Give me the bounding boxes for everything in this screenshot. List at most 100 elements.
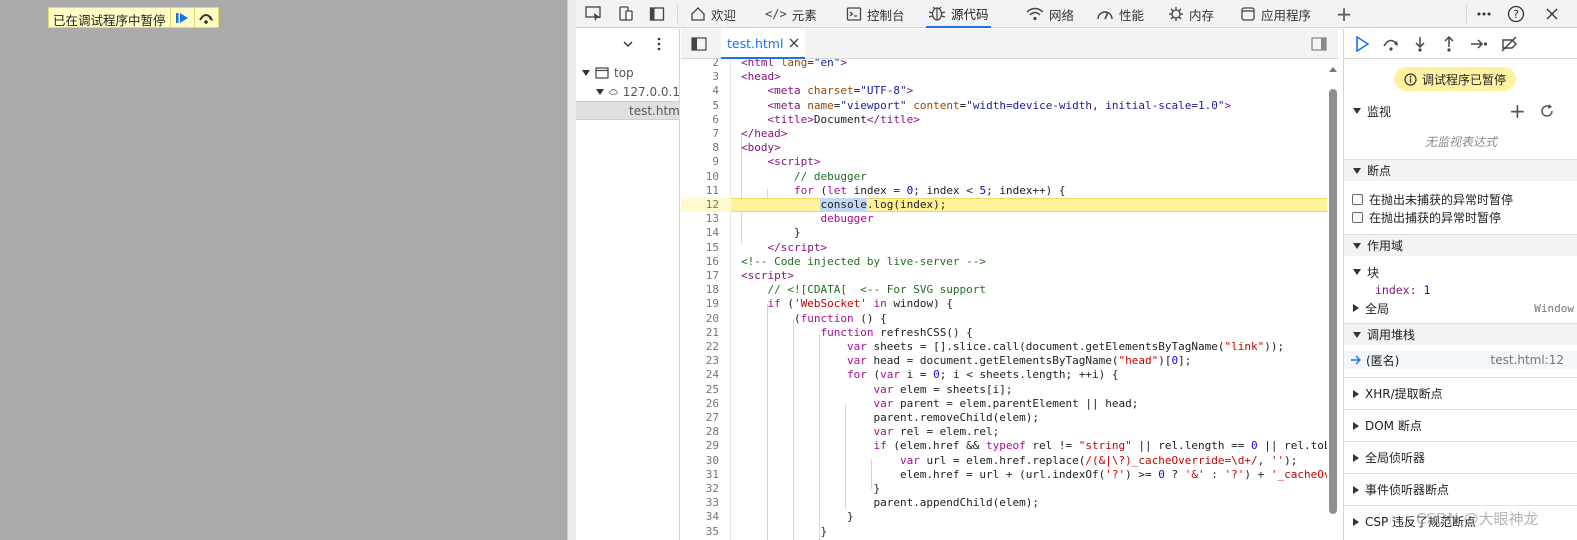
toggle-debugger-sidebar-icon[interactable] <box>1309 34 1329 54</box>
xhr-breakpoints-section[interactable]: XHR/提取断点 <box>1344 377 1577 409</box>
navigator-more-icon[interactable] <box>649 34 669 54</box>
code-line[interactable]: 21 function refreshCSS() { <box>681 326 1327 340</box>
line-number[interactable]: 8 <box>681 141 719 155</box>
line-number[interactable]: 22 <box>681 340 719 354</box>
tab-console[interactable]: 控制台 <box>846 0 905 28</box>
code-line[interactable]: 34 } <box>681 510 1327 524</box>
scope-section-header[interactable]: 作用域 <box>1344 234 1577 256</box>
call-frame-location[interactable]: test.html:12 <box>1490 353 1564 367</box>
code-line[interactable]: 30 var url = elem.href.replace(/(&|\?)_c… <box>681 454 1327 468</box>
line-number[interactable]: 26 <box>681 397 719 411</box>
tree-item-file[interactable]: test.html <box>576 101 680 120</box>
code-line[interactable]: 22 var sheets = [].slice.call(document.g… <box>681 340 1327 354</box>
line-number[interactable]: 9 <box>681 155 719 169</box>
line-number[interactable]: 15 <box>681 241 719 255</box>
more-options-icon[interactable] <box>1474 4 1494 24</box>
pause-caught-checkbox[interactable] <box>1352 211 1363 223</box>
tab-elements[interactable]: </> 元素 <box>765 0 817 28</box>
scroll-thumb[interactable] <box>1329 89 1337 514</box>
scroll-up-arrow-icon[interactable] <box>1328 65 1338 73</box>
line-number[interactable]: 27 <box>681 411 719 425</box>
editor-scrollbar[interactable] <box>1327 59 1338 539</box>
pause-uncaught-checkbox[interactable] <box>1352 193 1363 205</box>
line-number[interactable]: 29 <box>681 439 719 453</box>
line-number[interactable]: 32 <box>681 482 719 496</box>
line-number[interactable]: 12 <box>681 198 719 212</box>
line-number[interactable]: 24 <box>681 368 719 382</box>
line-number[interactable]: 33 <box>681 496 719 510</box>
pause-uncaught-exceptions-option[interactable]: 在抛出未捕获的异常时暂停 <box>1344 190 1577 208</box>
line-number[interactable]: 7 <box>681 127 719 141</box>
code-line-current[interactable]: 12 console.log(index); <box>681 198 1327 213</box>
line-number[interactable]: 3 <box>681 70 719 84</box>
code-line[interactable]: 14 } <box>681 226 1327 240</box>
code-line[interactable]: 31 elem.href = url + (url.indexOf('?') >… <box>681 468 1327 482</box>
file-tab-test-html[interactable]: test.html <box>721 29 806 59</box>
code-line[interactable]: 15 </script> <box>681 241 1327 255</box>
tree-item-origin[interactable]: 127.0.0.1 <box>596 82 680 101</box>
line-number[interactable]: 30 <box>681 454 719 468</box>
close-devtools-icon[interactable] <box>1542 4 1562 24</box>
line-number[interactable]: 2 <box>681 59 719 70</box>
line-number[interactable]: 13 <box>681 212 719 226</box>
device-emulation-icon[interactable] <box>616 4 636 24</box>
line-number[interactable]: 5 <box>681 99 719 113</box>
tab-sources[interactable]: 源代码 <box>926 0 991 28</box>
scope-global[interactable]: 全局 Window <box>1344 299 1577 317</box>
line-number[interactable]: 14 <box>681 226 719 240</box>
toggle-navigator-icon[interactable] <box>689 34 709 54</box>
call-frame-anonymous[interactable]: (匿名) test.html:12 <box>1344 351 1577 369</box>
code-line[interactable]: 27 parent.removeChild(elem); <box>681 411 1327 425</box>
add-watch-plus-icon[interactable]: + <box>1509 101 1526 121</box>
tab-memory[interactable]: 内存 <box>1168 0 1214 28</box>
pause-caught-exceptions-option[interactable]: 在抛出捕获的异常时暂停 <box>1344 208 1577 226</box>
resume-button[interactable] <box>169 8 194 27</box>
scope-variable-index[interactable]: index : 1 <box>1344 281 1577 299</box>
code-line[interactable]: 4 <meta charset="UTF-8"> <box>681 84 1327 98</box>
line-number[interactable]: 20 <box>681 312 719 326</box>
tab-welcome[interactable]: 欢迎 <box>690 0 736 28</box>
watch-section-header[interactable]: 监视 + <box>1344 100 1577 122</box>
code-view[interactable]: 2 <html lang="en"> 3 <head> 4 <meta charset=… <box>681 59 1327 540</box>
line-number[interactable]: 18 <box>681 283 719 297</box>
dock-panel-icon[interactable] <box>647 4 667 24</box>
panel-splitter[interactable] <box>567 0 576 540</box>
resume-script-button[interactable] <box>1352 34 1372 54</box>
code-line[interactable]: 7 </head> <box>681 127 1327 141</box>
step-button[interactable] <box>1469 34 1489 54</box>
global-listeners-section[interactable]: 全局侦听器 <box>1344 441 1577 473</box>
code-line[interactable]: 2 <html lang="en"> <box>681 59 1327 70</box>
code-line[interactable]: 23 var head = document.getElementsByTagN… <box>681 354 1327 368</box>
line-number[interactable]: 16 <box>681 255 719 269</box>
close-tab-icon[interactable] <box>789 38 799 48</box>
scope-block[interactable]: 块 <box>1344 263 1577 281</box>
code-line[interactable]: 32 } <box>681 482 1327 496</box>
code-line[interactable]: 35 } <box>681 525 1327 539</box>
line-number[interactable]: 25 <box>681 383 719 397</box>
code-line[interactable]: 29 if (elem.href && typeof rel != "strin… <box>681 439 1327 453</box>
line-number[interactable]: 31 <box>681 468 719 482</box>
code-line[interactable]: 19 if ('WebSocket' in window) { <box>681 297 1327 311</box>
chevron-down-icon[interactable] <box>618 34 638 54</box>
code-line[interactable]: 5 <meta name="viewport" content="width=d… <box>681 99 1327 113</box>
code-line[interactable]: 33 parent.appendChild(elem); <box>681 496 1327 510</box>
deactivate-breakpoints-button[interactable] <box>1499 34 1519 54</box>
code-line[interactable]: 20 (function () { <box>681 312 1327 326</box>
line-number[interactable]: 34 <box>681 510 719 524</box>
call-stack-section-header[interactable]: 调用堆栈 <box>1344 323 1577 345</box>
code-line[interactable]: 3 <head> <box>681 70 1327 84</box>
line-number[interactable]: 17 <box>681 269 719 283</box>
line-number[interactable]: 35 <box>681 525 719 539</box>
line-number[interactable]: 4 <box>681 84 719 98</box>
tab-performance[interactable]: 性能 <box>1096 0 1144 28</box>
line-number[interactable]: 11 <box>681 184 719 198</box>
line-number[interactable]: 6 <box>681 113 719 127</box>
inspect-element-icon[interactable] <box>584 4 604 24</box>
line-number[interactable]: 10 <box>681 170 719 184</box>
line-number[interactable]: 23 <box>681 354 719 368</box>
breakpoints-section-header[interactable]: 断点 <box>1344 159 1577 181</box>
event-listener-breakpoints-section[interactable]: 事件侦听器断点 <box>1344 473 1577 505</box>
step-out-button[interactable] <box>1439 34 1459 54</box>
line-number[interactable]: 21 <box>681 326 719 340</box>
code-line[interactable]: 17 <script> <box>681 269 1327 283</box>
